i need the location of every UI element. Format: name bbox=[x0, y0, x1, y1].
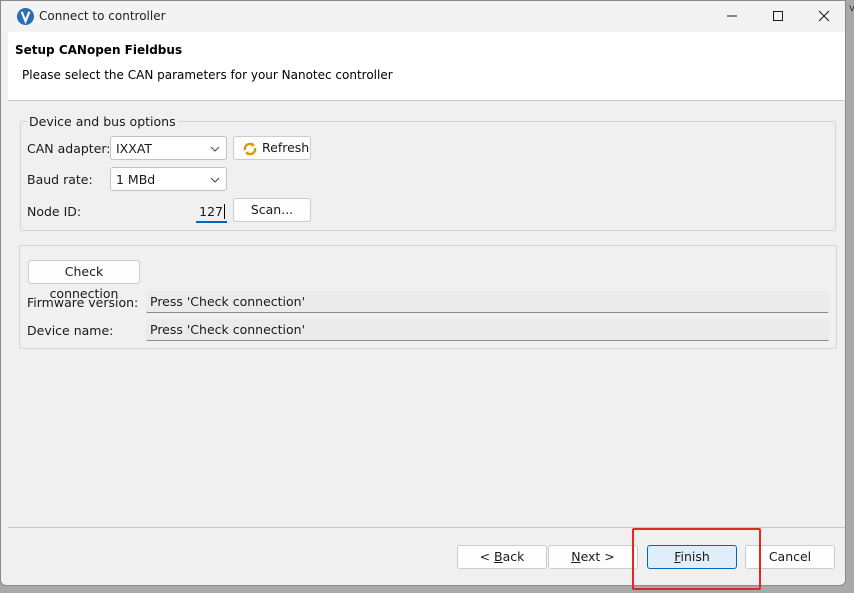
close-icon bbox=[818, 10, 830, 22]
firmware-version-field: Press 'Check connection' bbox=[146, 291, 829, 313]
chevron-down-icon bbox=[210, 146, 220, 152]
device-name-value: Press 'Check connection' bbox=[150, 322, 306, 337]
next-button[interactable]: Next > bbox=[548, 545, 638, 569]
maximize-button[interactable] bbox=[755, 1, 801, 32]
minimize-button[interactable] bbox=[709, 1, 755, 32]
back-button[interactable]: < Back bbox=[457, 545, 547, 569]
refresh-button[interactable]: Refresh bbox=[233, 136, 311, 160]
baud-rate-select[interactable]: 1 MBd bbox=[110, 167, 227, 191]
wizard-content: Device and bus options CAN adapter: IXXA… bbox=[8, 101, 845, 527]
minimize-icon bbox=[727, 15, 737, 17]
nanotec-logo-icon bbox=[16, 7, 35, 26]
finish-highlight-box bbox=[632, 528, 761, 590]
check-connection-button[interactable]: Check connection bbox=[28, 260, 140, 301]
back-rest: ack bbox=[502, 549, 525, 564]
close-button[interactable] bbox=[801, 1, 845, 32]
wizard-header: Setup CANopen Fieldbus Please select the… bbox=[8, 32, 845, 101]
back-prefix: < bbox=[479, 549, 495, 564]
window-title: Connect to controller bbox=[39, 9, 166, 23]
text-caret bbox=[224, 204, 225, 219]
scan-button[interactable]: Scan... bbox=[233, 198, 311, 222]
title-bar[interactable]: Connect to controller bbox=[1, 1, 845, 32]
next-mnemonic: N bbox=[571, 549, 581, 564]
refresh-label: Refresh bbox=[262, 140, 310, 155]
can-adapter-select[interactable]: IXXAT bbox=[110, 136, 227, 160]
back-mnemonic: B bbox=[494, 549, 503, 564]
device-name-label: Device name: bbox=[27, 323, 114, 338]
device-bus-group-title: Device and bus options bbox=[27, 114, 178, 129]
maximize-icon bbox=[773, 11, 783, 21]
connect-dialog: Connect to controller Setup CANopen Fiel… bbox=[0, 0, 846, 586]
baud-rate-label: Baud rate: bbox=[27, 172, 93, 187]
next-rest: ext > bbox=[580, 549, 615, 564]
node-id-value: 127 bbox=[199, 204, 223, 219]
background-edge-text: v bbox=[849, 3, 854, 14]
baud-rate-value: 1 MBd bbox=[116, 172, 156, 187]
refresh-icon bbox=[243, 142, 257, 156]
can-adapter-label: CAN adapter: bbox=[27, 141, 111, 156]
can-adapter-value: IXXAT bbox=[116, 141, 153, 156]
page-subtitle: Please select the CAN parameters for you… bbox=[22, 68, 393, 82]
device-name-field: Press 'Check connection' bbox=[146, 319, 829, 341]
node-id-input[interactable]: 127 bbox=[196, 199, 227, 223]
chevron-down-icon bbox=[210, 177, 220, 183]
node-id-label: Node ID: bbox=[27, 204, 82, 219]
page-title: Setup CANopen Fieldbus bbox=[15, 43, 183, 57]
firmware-version-value: Press 'Check connection' bbox=[150, 294, 306, 309]
firmware-version-label: Firmware version: bbox=[27, 295, 139, 310]
